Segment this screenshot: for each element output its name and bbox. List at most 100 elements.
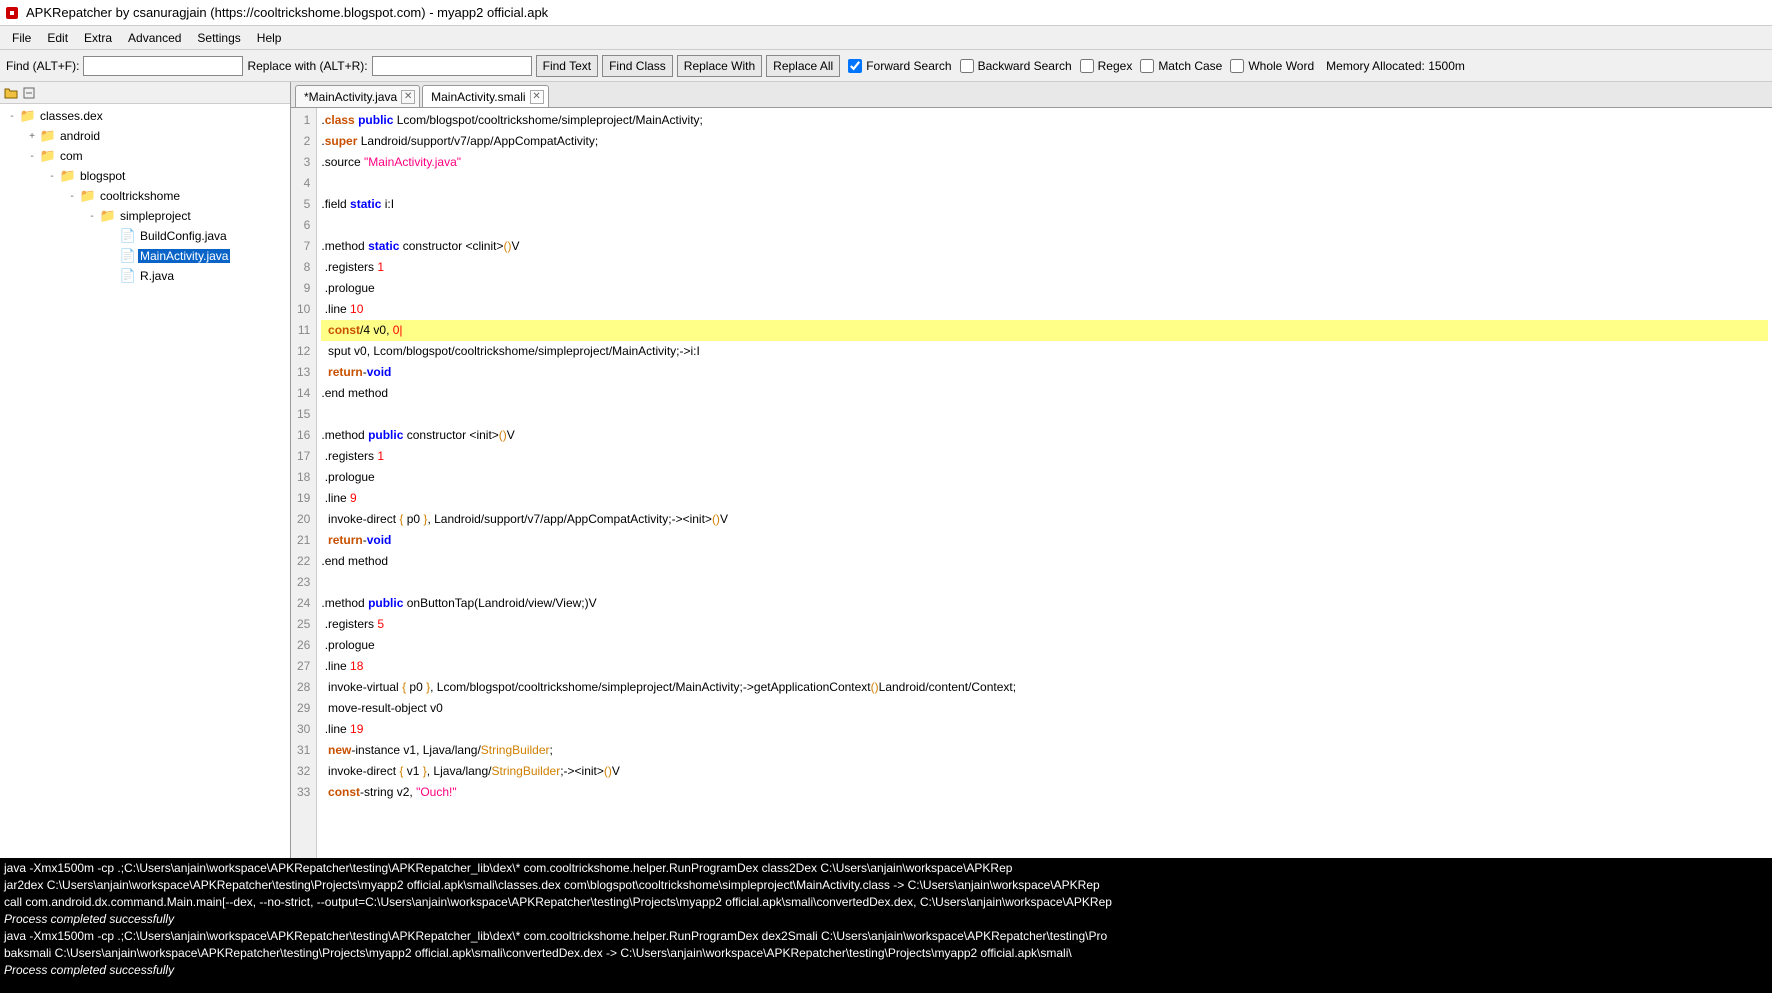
line-number: 17: [297, 446, 310, 467]
menu-extra[interactable]: Extra: [76, 29, 120, 47]
find-text-button[interactable]: Find Text: [536, 55, 598, 77]
code-line[interactable]: .source "MainActivity.java": [321, 152, 1768, 173]
code-line[interactable]: move-result-object v0: [321, 698, 1768, 719]
line-number: 5: [297, 194, 310, 215]
tab-mainactivity-smali[interactable]: MainActivity.smali✕: [422, 85, 548, 107]
code-line[interactable]: .registers 1: [321, 446, 1768, 467]
code-line[interactable]: .registers 5: [321, 614, 1768, 635]
console-line: call com.android.dx.command.Main.main[--…: [4, 894, 1768, 911]
replace-input[interactable]: [372, 56, 532, 76]
find-class-button[interactable]: Find Class: [602, 55, 673, 77]
tree-node-simpleproject[interactable]: - simpleproject: [2, 206, 288, 226]
code-line[interactable]: .class public Lcom/blogspot/cooltricksho…: [321, 110, 1768, 131]
tree-node-classes-dex[interactable]: - classes.dex: [2, 106, 288, 126]
code-line[interactable]: .line 18: [321, 656, 1768, 677]
code-line[interactable]: .super Landroid/support/v7/app/AppCompat…: [321, 131, 1768, 152]
code-line[interactable]: [321, 404, 1768, 425]
code-line[interactable]: .end method: [321, 383, 1768, 404]
menu-file[interactable]: File: [4, 29, 39, 47]
tree-node-blogspot[interactable]: - blogspot: [2, 166, 288, 186]
code-line[interactable]: const-string v2, "Ouch!": [321, 782, 1768, 803]
code-line[interactable]: [321, 572, 1768, 593]
forward-search-label: Forward Search: [866, 59, 951, 73]
code-line[interactable]: invoke-virtual { p0 }, Lcom/blogspot/coo…: [321, 677, 1768, 698]
tree-node-r-java[interactable]: R.java: [2, 266, 288, 286]
tree-label[interactable]: cooltrickshome: [98, 189, 182, 203]
code-line[interactable]: .registers 1: [321, 257, 1768, 278]
console-output[interactable]: java -Xmx1500m -cp .;C:\Users\anjain\wor…: [0, 858, 1772, 993]
code-line[interactable]: .prologue: [321, 467, 1768, 488]
code-line[interactable]: .method static constructor <clinit>()V: [321, 236, 1768, 257]
tree-toggle-icon[interactable]: +: [26, 131, 38, 142]
tree-toggle-icon[interactable]: -: [86, 211, 98, 222]
code-area[interactable]: 1234567891011121314151617181920212223242…: [291, 108, 1772, 858]
tree-label[interactable]: classes.dex: [38, 109, 105, 123]
folder-icon: [60, 168, 76, 184]
code-line[interactable]: const/4 v0, 0|: [321, 320, 1768, 341]
match-case-checkbox[interactable]: [1140, 59, 1154, 73]
code-line[interactable]: new-instance v1, Ljava/lang/StringBuilde…: [321, 740, 1768, 761]
menu-advanced[interactable]: Advanced: [120, 29, 189, 47]
backward-search-checkbox[interactable]: [960, 59, 974, 73]
code-line[interactable]: .field static i:I: [321, 194, 1768, 215]
close-icon[interactable]: ✕: [401, 90, 415, 104]
tree-node-android[interactable]: + android: [2, 126, 288, 146]
menu-settings[interactable]: Settings: [189, 29, 248, 47]
line-number: 25: [297, 614, 310, 635]
menu-edit[interactable]: Edit: [39, 29, 76, 47]
tree-label[interactable]: MainActivity.java: [138, 249, 230, 263]
line-number: 3: [297, 152, 310, 173]
tree-node-buildconfig-java[interactable]: BuildConfig.java: [2, 226, 288, 246]
code-lines[interactable]: .class public Lcom/blogspot/cooltricksho…: [317, 108, 1772, 858]
console-line: jar2dex C:\Users\anjain\workspace\APKRep…: [4, 877, 1768, 894]
tree-label[interactable]: R.java: [138, 269, 176, 283]
tree-label[interactable]: blogspot: [78, 169, 127, 183]
replace-label: Replace with (ALT+R):: [247, 59, 367, 73]
folder-icon: [40, 128, 56, 144]
tree-label[interactable]: BuildConfig.java: [138, 229, 229, 243]
tree-label[interactable]: com: [58, 149, 85, 163]
code-line[interactable]: .end method: [321, 551, 1768, 572]
code-line[interactable]: .line 10: [321, 299, 1768, 320]
folder-icon: [100, 208, 116, 224]
code-line[interactable]: [321, 215, 1768, 236]
code-line[interactable]: .method public onButtonTap(Landroid/view…: [321, 593, 1768, 614]
code-line[interactable]: .line 19: [321, 719, 1768, 740]
tree-toggle-icon[interactable]: -: [6, 111, 18, 122]
menu-help[interactable]: Help: [249, 29, 290, 47]
tab-label: *MainActivity.java: [304, 90, 397, 104]
tree-toggle-icon[interactable]: -: [66, 191, 78, 202]
regex-checkbox[interactable]: [1080, 59, 1094, 73]
code-line[interactable]: .line 9: [321, 488, 1768, 509]
whole-word-label: Whole Word: [1248, 59, 1314, 73]
tree-toggle-icon[interactable]: -: [26, 151, 38, 162]
whole-word-checkbox[interactable]: [1230, 59, 1244, 73]
regex-label: Regex: [1098, 59, 1133, 73]
code-line[interactable]: .method public constructor <init>()V: [321, 425, 1768, 446]
code-line[interactable]: invoke-direct { v1 }, Ljava/lang/StringB…: [321, 761, 1768, 782]
forward-search-checkbox[interactable]: [848, 59, 862, 73]
tree-node-mainactivity-java[interactable]: MainActivity.java: [2, 246, 288, 266]
open-folder-icon[interactable]: [4, 86, 18, 100]
code-line[interactable]: [321, 173, 1768, 194]
tree-label[interactable]: android: [58, 129, 102, 143]
replace-all-button[interactable]: Replace All: [766, 55, 840, 77]
find-input[interactable]: [83, 56, 243, 76]
tree-node-cooltrickshome[interactable]: - cooltrickshome: [2, 186, 288, 206]
code-line[interactable]: .prologue: [321, 635, 1768, 656]
tree-content[interactable]: -classes.dex+android-com-blogspot-cooltr…: [0, 104, 290, 858]
tree-label[interactable]: simpleproject: [118, 209, 193, 223]
code-line[interactable]: invoke-direct { p0 }, Landroid/support/v…: [321, 509, 1768, 530]
code-line[interactable]: return-void: [321, 530, 1768, 551]
code-line[interactable]: sput v0, Lcom/blogspot/cooltrickshome/si…: [321, 341, 1768, 362]
file-icon: [120, 248, 136, 264]
folder-icon: [40, 148, 56, 164]
close-icon[interactable]: ✕: [530, 90, 544, 104]
replace-with-button[interactable]: Replace With: [677, 55, 762, 77]
tree-node-com[interactable]: - com: [2, 146, 288, 166]
tree-toggle-icon[interactable]: -: [46, 171, 58, 182]
code-line[interactable]: return-void: [321, 362, 1768, 383]
collapse-icon[interactable]: [22, 86, 36, 100]
code-line[interactable]: .prologue: [321, 278, 1768, 299]
tab--mainactivity-java[interactable]: *MainActivity.java ✕: [295, 85, 420, 107]
